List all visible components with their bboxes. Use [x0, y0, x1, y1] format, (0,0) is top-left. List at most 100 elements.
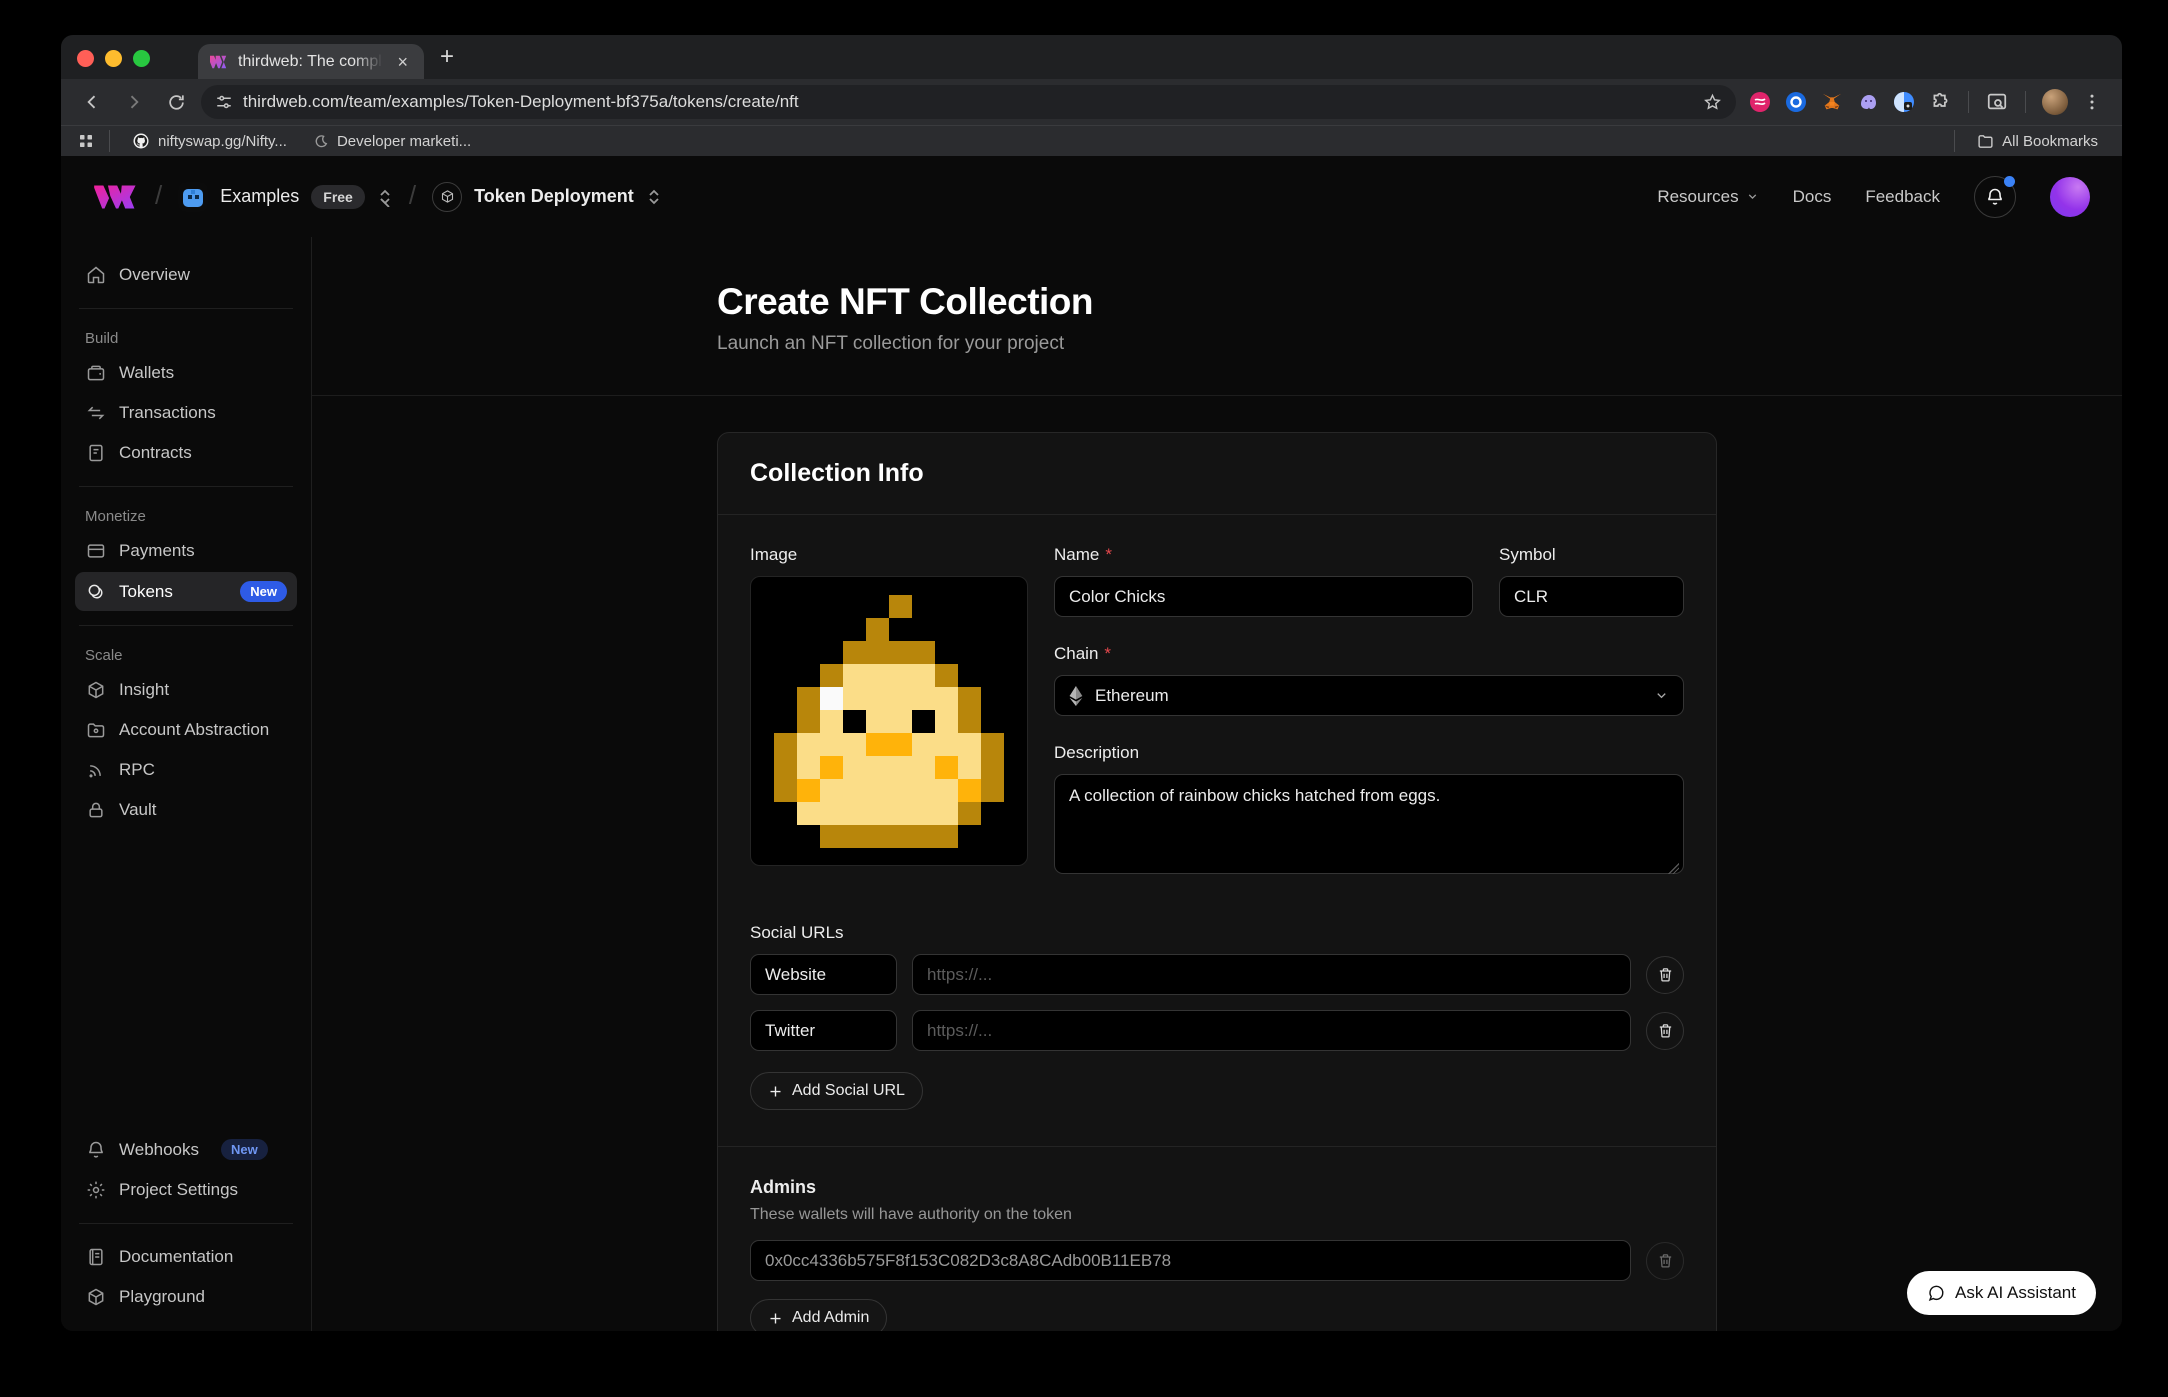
nav-resources[interactable]: Resources — [1657, 187, 1758, 207]
metamask-fox-icon[interactable] — [1820, 90, 1844, 114]
symbol-input[interactable] — [1499, 576, 1684, 617]
moon-page-icon — [313, 133, 329, 149]
project-selector[interactable]: Token Deployment — [432, 182, 662, 212]
platform-select[interactable]: Twitter — [750, 1010, 897, 1051]
page-title-section: Create NFT Collection Launch an NFT coll… — [312, 237, 2122, 396]
name-field-group: Name * — [1054, 545, 1473, 617]
thirdweb-logo-icon[interactable] — [93, 183, 139, 211]
close-window-button[interactable] — [77, 50, 94, 67]
sidebar-item-overview[interactable]: Overview — [75, 256, 297, 294]
admins-section: Admins These wallets will have authority… — [750, 1177, 1684, 1331]
sidebar-item-project-settings[interactable]: Project Settings — [75, 1171, 297, 1209]
name-input[interactable] — [1054, 576, 1473, 617]
sidebar-item-insight[interactable]: Insight — [75, 671, 297, 709]
bookmark-label: Developer marketi... — [337, 133, 471, 150]
delete-social-row-button[interactable] — [1646, 956, 1684, 994]
social-url-input[interactable] — [912, 1010, 1631, 1051]
sidebar-item-transactions[interactable]: Transactions — [75, 394, 297, 432]
nft-image-pixel-art — [774, 595, 1004, 848]
description-textarea[interactable]: A collection of rainbow chicks hatched f… — [1054, 774, 1684, 874]
blue-ring-extension-icon[interactable] — [1784, 90, 1808, 114]
book-icon — [85, 1247, 107, 1267]
sidebar-item-documentation[interactable]: Documentation — [75, 1238, 297, 1276]
url-bar[interactable]: thirdweb.com/team/examples/Token-Deploym… — [201, 85, 1736, 119]
bell-icon — [85, 1140, 107, 1160]
url-text[interactable]: thirdweb.com/team/examples/Token-Deploym… — [243, 92, 1693, 112]
nav-feedback[interactable]: Feedback — [1865, 187, 1940, 207]
sidebar-item-payments[interactable]: Payments — [75, 532, 297, 570]
bookmark-developer-marketing[interactable]: Developer marketi... — [305, 130, 479, 153]
pink-extension-icon[interactable] — [1748, 90, 1772, 114]
platform-select[interactable]: Website — [750, 954, 897, 995]
sidebar-item-contracts[interactable]: Contracts — [75, 434, 297, 472]
sidebar-item-rpc[interactable]: RPC — [75, 751, 297, 789]
bookmark-star-icon[interactable] — [1703, 93, 1722, 112]
github-icon — [132, 132, 150, 150]
bookmark-niftyswap[interactable]: niftyswap.gg/Nifty... — [124, 129, 295, 153]
gear-icon — [85, 1180, 107, 1200]
reload-icon[interactable] — [159, 85, 193, 119]
plus-icon — [768, 1311, 783, 1326]
team-selector[interactable]: Examples Free — [178, 182, 393, 212]
clock-extension-icon[interactable] — [1892, 90, 1916, 114]
card-title: Collection Info — [750, 459, 1684, 488]
tab-search-icon[interactable] — [1985, 90, 2009, 114]
delete-social-row-button[interactable] — [1646, 1012, 1684, 1050]
social-url-input[interactable] — [912, 954, 1631, 995]
trash-icon — [1657, 1252, 1674, 1269]
new-tab-button[interactable]: + — [440, 43, 454, 71]
minimize-window-button[interactable] — [105, 50, 122, 67]
sidebar-item-vault[interactable]: Vault — [75, 791, 297, 829]
extensions-puzzle-icon[interactable] — [1928, 90, 1952, 114]
phantom-extension-icon[interactable] — [1856, 90, 1880, 114]
name-label: Name — [1054, 545, 1099, 565]
nav-docs[interactable]: Docs — [1793, 187, 1832, 207]
sidebar-item-webhooks[interactable]: Webhooks New — [75, 1130, 297, 1169]
resize-grip-icon[interactable] — [1668, 863, 1679, 874]
wallet-icon — [85, 363, 107, 383]
sidebar: Overview Build Wallets Transactions Cont… — [61, 237, 312, 1331]
back-icon[interactable] — [75, 85, 109, 119]
apps-grid-icon[interactable] — [77, 132, 95, 150]
top-nav: Resources Docs Feedback — [1657, 176, 2090, 218]
collection-info-card: Collection Info Image — [717, 432, 1717, 1331]
chevron-up-down-icon[interactable] — [377, 187, 393, 207]
site-settings-icon[interactable] — [215, 93, 233, 111]
admin-address-input[interactable] — [750, 1240, 1631, 1281]
add-social-url-button[interactable]: Add Social URL — [750, 1072, 923, 1110]
add-admin-button[interactable]: Add Admin — [750, 1299, 887, 1331]
maximize-window-button[interactable] — [133, 50, 150, 67]
sidebar-item-playground[interactable]: Playground — [75, 1278, 297, 1316]
bell-icon — [1985, 187, 2005, 207]
forward-icon[interactable] — [117, 85, 151, 119]
bookmarks-divider — [109, 130, 110, 152]
tokens-new-badge: New — [240, 581, 287, 602]
folder-icon — [1977, 133, 1994, 150]
notifications-button[interactable] — [1974, 176, 2016, 218]
sidebar-item-account-abstraction[interactable]: Account Abstraction — [75, 711, 297, 749]
chevron-up-down-icon-2[interactable] — [646, 187, 662, 207]
project-name: Token Deployment — [474, 186, 634, 207]
arrows-swap-icon — [85, 403, 107, 423]
tab-close-icon[interactable]: × — [393, 51, 412, 73]
document-icon — [85, 443, 107, 463]
page-title: Create NFT Collection — [717, 281, 1717, 323]
chrome-profile-avatar[interactable] — [2042, 89, 2068, 115]
team-avatar — [178, 182, 208, 212]
all-bookmarks-button[interactable]: All Bookmarks — [1969, 130, 2106, 153]
kebab-menu-icon[interactable] — [2080, 90, 2104, 114]
traffic-lights — [61, 50, 166, 79]
user-avatar[interactable] — [2050, 177, 2090, 217]
browser-tab[interactable]: thirdweb: The complete web3 × — [198, 44, 424, 79]
chevron-down-icon — [1746, 190, 1759, 203]
sidebar-item-tokens[interactable]: Tokens New — [75, 572, 297, 611]
sidebar-item-wallets[interactable]: Wallets — [75, 354, 297, 392]
chain-select[interactable]: Ethereum — [1054, 675, 1684, 716]
folder-key-icon — [85, 720, 107, 740]
nft-image-upload[interactable] — [750, 576, 1028, 866]
admin-row — [750, 1240, 1684, 1281]
delete-admin-button[interactable] — [1646, 1242, 1684, 1280]
chain-label: Chain — [1054, 644, 1098, 664]
tab-strip: thirdweb: The complete web3 × + — [61, 35, 2122, 79]
ask-ai-assistant-button[interactable]: Ask AI Assistant — [1907, 1271, 2096, 1315]
